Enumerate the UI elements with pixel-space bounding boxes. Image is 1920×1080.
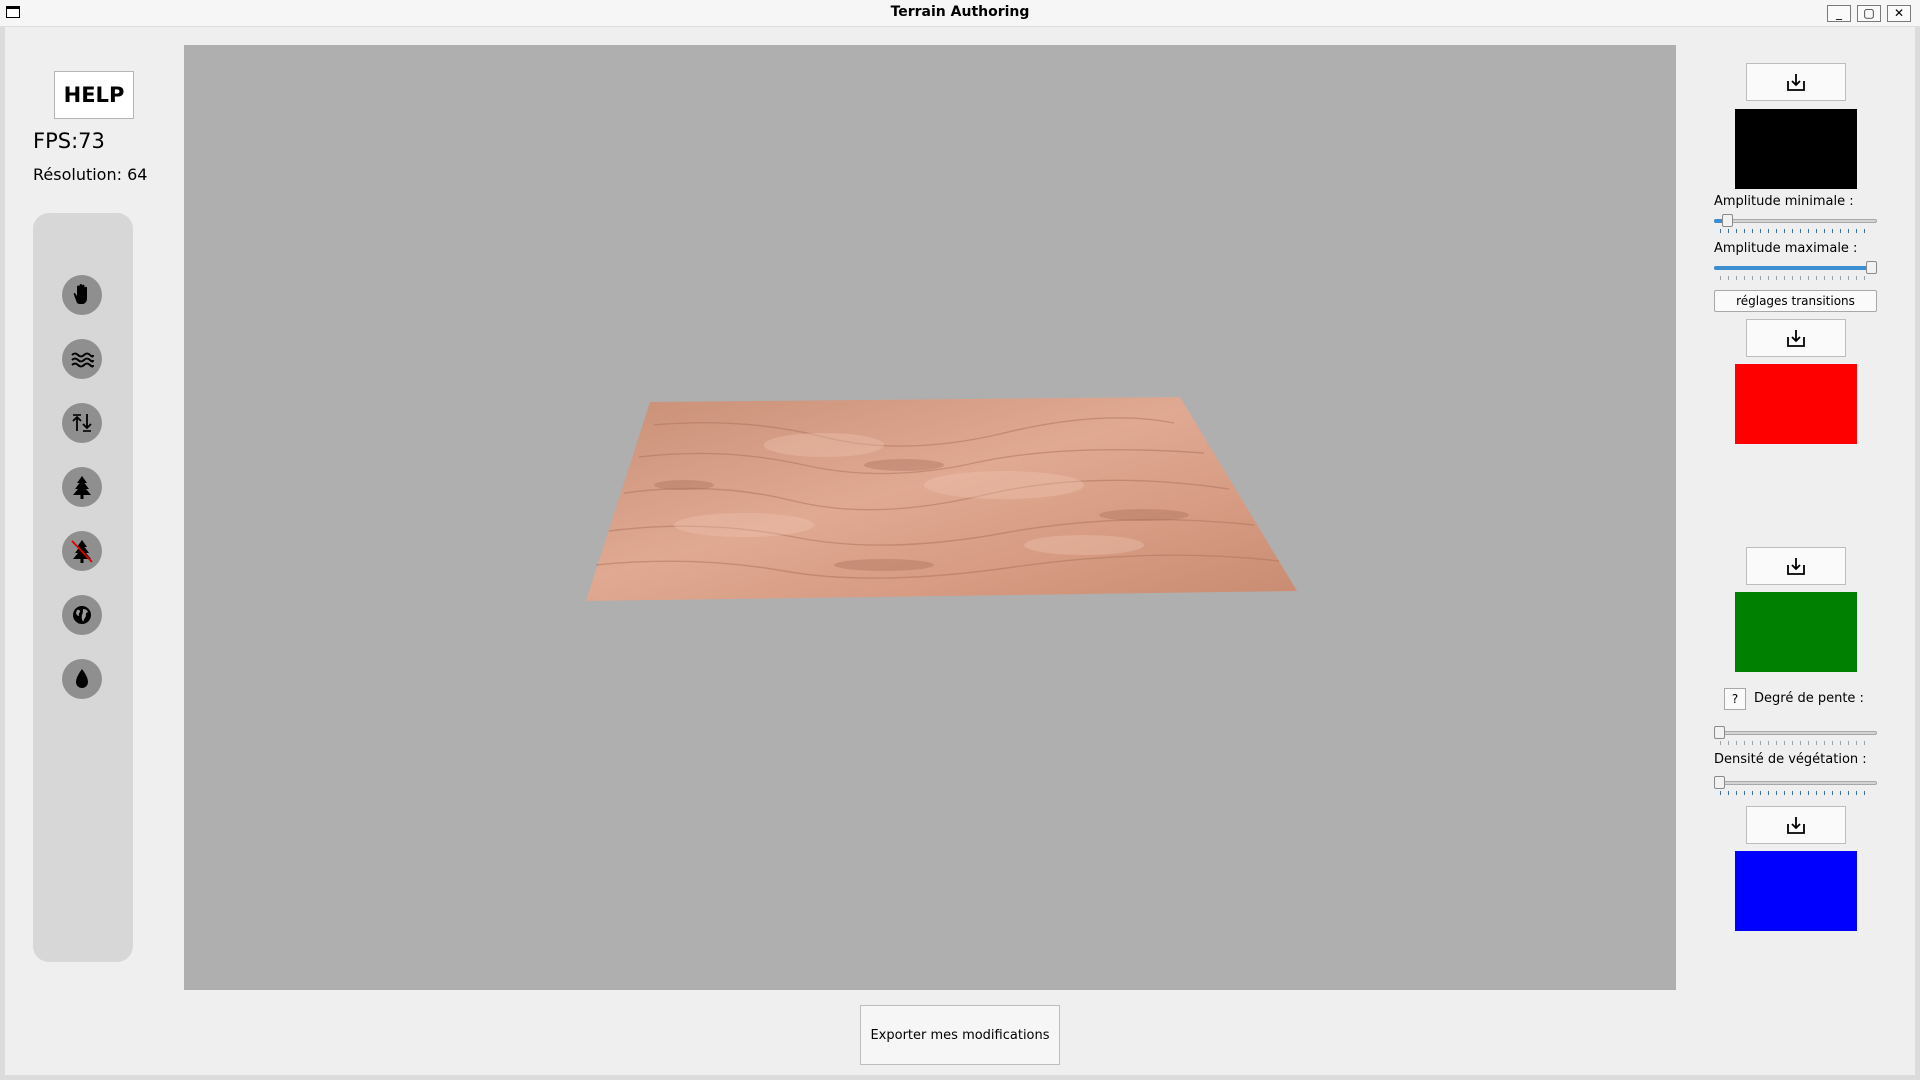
maximize-icon: ▢ <box>1863 6 1875 20</box>
pan-tool-button[interactable] <box>62 275 102 315</box>
add-tree-tool-button[interactable] <box>62 467 102 507</box>
import-button-4[interactable] <box>1746 806 1846 844</box>
minimize-icon: _ <box>1836 6 1842 20</box>
import-button-1[interactable] <box>1746 63 1846 101</box>
globe-icon <box>73 606 91 624</box>
amplitude-min-label: Amplitude minimale : <box>1714 194 1854 209</box>
amplitude-max-slider[interactable] <box>1714 261 1877 281</box>
amplitude-min-slider[interactable] <box>1714 214 1877 234</box>
layer-swatch-blue[interactable] <box>1735 851 1857 931</box>
title-bar: Terrain Authoring _ ▢ ✕ <box>0 0 1920 27</box>
transition-settings-button[interactable]: réglages transitions <box>1714 290 1877 312</box>
window-title: Terrain Authoring <box>890 4 1030 20</box>
window-frame-left <box>0 26 5 1080</box>
import-button-3[interactable] <box>1746 547 1846 585</box>
water-tool-button[interactable] <box>62 659 102 699</box>
globe-tool-button[interactable] <box>62 595 102 635</box>
terrain-mesh <box>586 397 1297 601</box>
export-button[interactable]: Exporter mes modifications <box>860 1005 1060 1065</box>
minimize-button[interactable]: _ <box>1827 5 1851 22</box>
download-icon <box>1787 817 1805 834</box>
remove-tree-tool-button[interactable] <box>62 531 102 571</box>
download-icon <box>1787 330 1805 347</box>
maximize-button[interactable]: ▢ <box>1857 5 1881 22</box>
terrain-3d-viewport[interactable] <box>184 45 1676 990</box>
vegetation-density-slider[interactable] <box>1714 776 1877 796</box>
close-icon: ✕ <box>1893 6 1905 20</box>
fps-counter: FPS:73 <box>33 129 105 153</box>
water-drop-icon <box>76 669 88 688</box>
layer-swatch-green[interactable] <box>1735 592 1857 672</box>
hand-icon <box>73 284 87 304</box>
up-down-arrows-icon <box>72 414 92 432</box>
window-frame-right <box>1915 26 1920 1080</box>
window-frame-bottom <box>0 1075 1920 1080</box>
download-icon <box>1787 558 1805 575</box>
layer-swatch-red[interactable] <box>1735 364 1857 444</box>
tool-palette <box>33 213 133 962</box>
noise-tool-button[interactable] <box>62 339 102 379</box>
close-button[interactable]: ✕ <box>1887 5 1911 22</box>
resolution-label: Résolution: 64 <box>33 165 148 184</box>
raise-lower-tool-button[interactable] <box>62 403 102 443</box>
layer-swatch-black[interactable] <box>1735 109 1857 189</box>
vegetation-density-label: Densité de végétation : <box>1714 752 1867 767</box>
download-icon <box>1787 74 1805 91</box>
tree-icon <box>73 476 91 499</box>
import-button-2[interactable] <box>1746 319 1846 357</box>
slope-help-button[interactable]: ? <box>1724 688 1746 710</box>
waves-icon <box>71 352 94 368</box>
no-tree-icon <box>71 540 93 563</box>
help-button[interactable]: HELP <box>54 71 134 119</box>
amplitude-max-label: Amplitude maximale : <box>1714 241 1858 256</box>
slope-label: Degré de pente : <box>1754 691 1864 706</box>
slope-slider[interactable] <box>1714 726 1877 746</box>
